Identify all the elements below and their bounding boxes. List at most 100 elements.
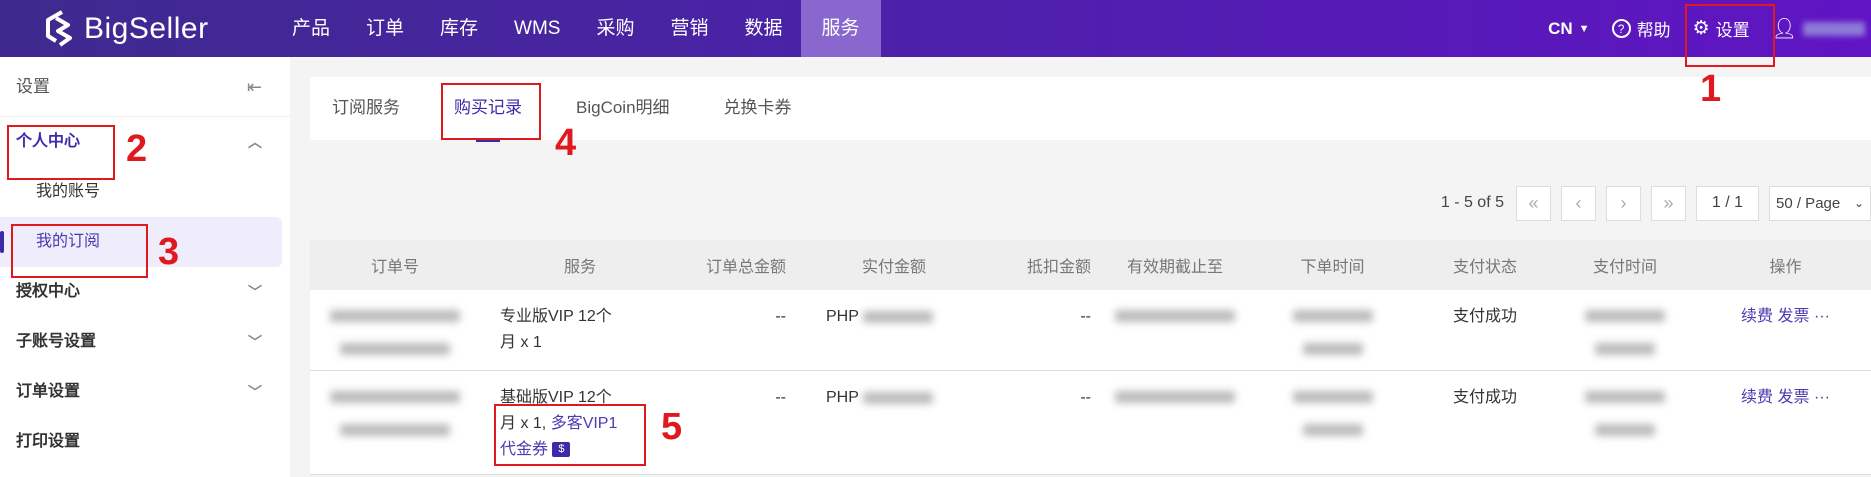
chevron-left-icon: ‹ — [1575, 192, 1582, 213]
chevron-down-icon: ﹀ — [248, 284, 262, 300]
col-deduction: 抵扣金额 — [940, 240, 1105, 290]
nav-wms[interactable]: WMS — [496, 0, 578, 57]
sidebar-group-print-settings[interactable]: 打印设置 — [0, 417, 290, 467]
top-header: BigSeller 产品 订单 库存 WMS 采购 营销 数据 服务 CN ▼ ?… — [0, 0, 1871, 57]
group-label: 子账号设置 — [16, 333, 97, 350]
order-total: -- — [680, 290, 800, 371]
tab-subscription-service[interactable]: 订阅服务 — [332, 83, 400, 140]
payment-time-blurred — [1550, 370, 1700, 475]
tab-bigcoin-details[interactable]: BigCoin明细 — [576, 83, 670, 140]
brand-name: BigSeller — [84, 12, 209, 45]
sidebar-group-order-settings[interactable]: 订单设置 ﹀ — [0, 367, 290, 417]
group-label: 授权中心 — [16, 283, 81, 300]
order-no-blurred — [310, 290, 480, 371]
group-label: 打印设置 — [16, 433, 81, 450]
annotation-box-4 — [441, 83, 541, 140]
col-order-total: 订单总金额 — [680, 240, 800, 290]
valid-until-blurred — [1105, 370, 1245, 475]
username-blurred — [1803, 21, 1865, 36]
user-menu[interactable]: 👤︎ — [1772, 16, 1865, 41]
actions-cell: 续费 发票 ··· — [1700, 290, 1871, 371]
next-page-button[interactable]: › — [1606, 185, 1641, 221]
chevron-right-icon: › — [1620, 192, 1627, 213]
currency: PHP — [826, 308, 859, 325]
tab-redeem-coupons[interactable]: 兑换卡券 — [724, 83, 792, 140]
order-total: -- — [680, 370, 800, 475]
order-time-blurred — [1245, 290, 1420, 371]
table-row: 专业版VIP 12个月 x 1 -- PHP -- 支付成功 续费 发票 ··· — [310, 290, 1871, 371]
page-size-value: 50 / Page — [1776, 194, 1841, 212]
col-service: 服务 — [480, 240, 680, 290]
nav-products[interactable]: 产品 — [274, 0, 348, 57]
order-time-blurred — [1245, 370, 1420, 475]
renew-link[interactable]: 续费 — [1741, 389, 1773, 406]
col-payment-status: 支付状态 — [1420, 240, 1550, 290]
payment-status: 支付成功 — [1420, 370, 1550, 475]
paid-amount: PHP — [800, 290, 940, 371]
caret-down-icon: ▼ — [1578, 22, 1590, 35]
logo[interactable]: BigSeller — [42, 10, 209, 48]
last-page-button[interactable]: » — [1651, 185, 1686, 221]
invoice-link[interactable]: 发票 — [1778, 389, 1810, 406]
pagination: 1 - 5 of 5 « ‹ › » 1 / 1 50 / Page ⌄ — [1441, 185, 1871, 221]
deduction: -- — [940, 290, 1105, 371]
service-cell: 专业版VIP 12个月 x 1 — [480, 290, 680, 371]
nav-services[interactable]: 服务 — [800, 0, 881, 57]
invoice-link[interactable]: 发票 — [1778, 308, 1810, 325]
help-label: 帮助 — [1636, 21, 1671, 40]
col-valid-until: 有效期截止至 — [1105, 240, 1245, 290]
col-actions: 操作 — [1700, 240, 1871, 290]
group-label: 订单设置 — [16, 383, 81, 400]
nav-purchase[interactable]: 采购 — [578, 0, 652, 57]
language-label: CN — [1548, 18, 1573, 38]
tab-bar: 订阅服务 购买记录 BigCoin明细 兑换卡券 — [310, 77, 1871, 142]
pagination-summary: 1 - 5 of 5 — [1440, 194, 1504, 211]
help-icon: ? — [1611, 19, 1631, 38]
valid-until-blurred — [1105, 290, 1245, 371]
nav-data[interactable]: 数据 — [727, 0, 801, 57]
payment-status: 支付成功 — [1420, 290, 1550, 371]
order-no-blurred — [310, 370, 480, 475]
paid-amount: PHP — [800, 370, 940, 475]
annotation-box-1 — [1685, 4, 1775, 67]
annotation-box-3 — [11, 224, 148, 278]
annotation-number-3: 3 — [158, 231, 180, 273]
help-button[interactable]: ? 帮助 — [1611, 16, 1671, 41]
annotation-number-2: 2 — [126, 128, 148, 170]
annotation-box-5 — [494, 404, 646, 466]
chevron-down-icon: ﹀ — [248, 384, 262, 400]
col-payment-time: 支付时间 — [1550, 240, 1700, 290]
col-order-no: 订单号 — [310, 240, 480, 290]
col-paid-amount: 实付金额 — [800, 240, 940, 290]
nav-inventory[interactable]: 库存 — [422, 0, 496, 57]
annotation-number-5: 5 — [661, 406, 683, 448]
payment-time-blurred — [1550, 290, 1700, 371]
annotation-number-4: 4 — [555, 122, 577, 164]
actions-cell: 续费 发票 ··· — [1700, 370, 1871, 475]
prev-page-button[interactable]: ‹ — [1561, 185, 1596, 221]
more-icon[interactable]: ··· — [1814, 308, 1830, 325]
sidebar-title: 设置 — [16, 77, 50, 96]
more-icon[interactable]: ··· — [1814, 389, 1830, 406]
chevron-down-icon: ﹀ — [248, 334, 262, 350]
main-nav: 产品 订单 库存 WMS 采购 营销 数据 服务 — [274, 0, 881, 57]
currency: PHP — [826, 389, 859, 406]
chevron-down-icon: ⌄ — [1853, 196, 1864, 210]
nav-marketing[interactable]: 营销 — [653, 0, 727, 57]
sidebar-group-subaccount[interactable]: 子账号设置 ﹀ — [0, 317, 290, 367]
chevron-up-icon: ︿ — [248, 134, 262, 150]
annotation-number-1: 1 — [1700, 68, 1722, 110]
deduction: -- — [940, 370, 1105, 475]
first-page-button[interactable]: « — [1516, 185, 1551, 221]
nav-orders[interactable]: 订单 — [348, 0, 422, 57]
user-icon: 👤︎ — [1771, 18, 1797, 40]
language-select[interactable]: CN ▼ — [1548, 19, 1589, 39]
col-order-time: 下单时间 — [1245, 240, 1420, 290]
collapse-sidebar-icon[interactable]: ⇤ — [247, 57, 262, 117]
page-input[interactable]: 1 / 1 — [1696, 185, 1759, 221]
page-size-select[interactable]: 50 / Page ⌄ — [1769, 185, 1871, 221]
renew-link[interactable]: 续费 — [1741, 308, 1773, 325]
bigseller-logo-icon — [46, 10, 72, 47]
annotation-box-2 — [7, 125, 115, 180]
double-chevron-left-icon: « — [1528, 192, 1539, 213]
